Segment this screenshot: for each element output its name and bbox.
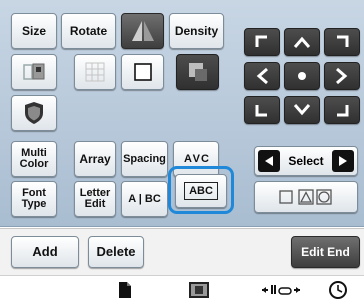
thread-icon[interactable]: [188, 280, 210, 300]
letter-edit-button[interactable]: Letter Edit: [74, 181, 116, 217]
delete-button[interactable]: Delete: [88, 236, 144, 268]
spacing-button[interactable]: Spacing: [121, 141, 168, 177]
embroidery-edit-screen: Size Rotate Density Multi Color Array Sp…: [0, 0, 364, 308]
select-previous-button[interactable]: [258, 150, 280, 172]
arrow-up-left-icon: [255, 35, 267, 47]
split-text-label: A | BC: [128, 193, 161, 205]
grid-button[interactable]: [74, 54, 116, 90]
arrow-down-right-icon: [337, 105, 349, 117]
grid-icon: [85, 62, 105, 82]
center-button[interactable]: [284, 62, 320, 90]
clock-icon[interactable]: [328, 280, 348, 300]
move-up-button[interactable]: [284, 28, 320, 56]
array-label: Array: [79, 152, 111, 166]
shape-select-button[interactable]: [254, 181, 358, 213]
mirror-icon: [131, 21, 154, 41]
multi-color-button[interactable]: Multi Color: [11, 141, 57, 177]
size-label: Size: [21, 24, 46, 38]
delete-label: Delete: [96, 244, 136, 259]
arrow-down-left-icon: [255, 105, 267, 117]
edit-panel: Size Rotate Density Multi Color Array Sp…: [0, 0, 364, 227]
select-label: Select: [288, 154, 324, 168]
mirror-button[interactable]: [121, 13, 164, 49]
status-bar: [0, 275, 364, 308]
outline-square-icon: [133, 63, 152, 81]
arrow-right-icon: [336, 67, 348, 85]
spacing-label: Spacing: [123, 153, 166, 165]
rotate-button[interactable]: Rotate: [61, 13, 116, 49]
outline-button[interactable]: [121, 54, 164, 90]
move-right-button[interactable]: [324, 62, 360, 90]
move-down-button[interactable]: [284, 96, 320, 124]
edit-end-label: Edit End: [301, 245, 350, 259]
page-icon[interactable]: [118, 281, 132, 299]
select-control: Select: [254, 146, 358, 176]
triangle-right-icon: [339, 156, 347, 166]
move-left-button[interactable]: [244, 62, 280, 90]
center-dot-icon: [298, 72, 306, 80]
arrow-left-icon: [256, 67, 268, 85]
presser-foot-icon[interactable]: [260, 282, 302, 298]
move-down-right-button[interactable]: [324, 96, 360, 124]
abc-highlight-frame: [168, 166, 234, 214]
split-text-button[interactable]: A | BC: [121, 181, 168, 217]
font-type-line2: Type: [21, 198, 47, 210]
density-button[interactable]: Density: [169, 13, 224, 49]
edit-end-button[interactable]: Edit End: [291, 236, 360, 268]
select-next-button[interactable]: [332, 150, 354, 172]
rotate-label: Rotate: [69, 24, 108, 38]
add-button[interactable]: Add: [11, 236, 79, 268]
density-label: Density: [174, 24, 219, 38]
arrow-down-icon: [293, 104, 311, 116]
shield-icon: [25, 102, 43, 124]
font-type-button[interactable]: Font Type: [11, 181, 57, 217]
frame-preview-icon: [23, 63, 45, 80]
shadow-button[interactable]: [176, 54, 219, 90]
arrow-up-icon: [293, 36, 311, 48]
action-bar: Add Delete Edit End: [0, 228, 364, 275]
triangle-left-icon: [265, 156, 273, 166]
frame-preview-button[interactable]: [11, 54, 57, 90]
move-up-left-button[interactable]: [244, 28, 280, 56]
applique-button[interactable]: [11, 95, 57, 131]
multi-color-line2: Color: [19, 158, 49, 170]
letter-edit-line2: Edit: [84, 198, 106, 210]
arrow-up-right-icon: [337, 35, 349, 47]
array-button[interactable]: Array: [74, 141, 116, 177]
move-down-left-button[interactable]: [244, 96, 280, 124]
shadow-square-icon: [188, 63, 207, 81]
kerning-label: A V C: [184, 153, 209, 165]
move-up-right-button[interactable]: [324, 28, 360, 56]
shapes-icon: [279, 189, 332, 205]
size-button[interactable]: Size: [11, 13, 57, 49]
add-label: Add: [32, 244, 58, 259]
